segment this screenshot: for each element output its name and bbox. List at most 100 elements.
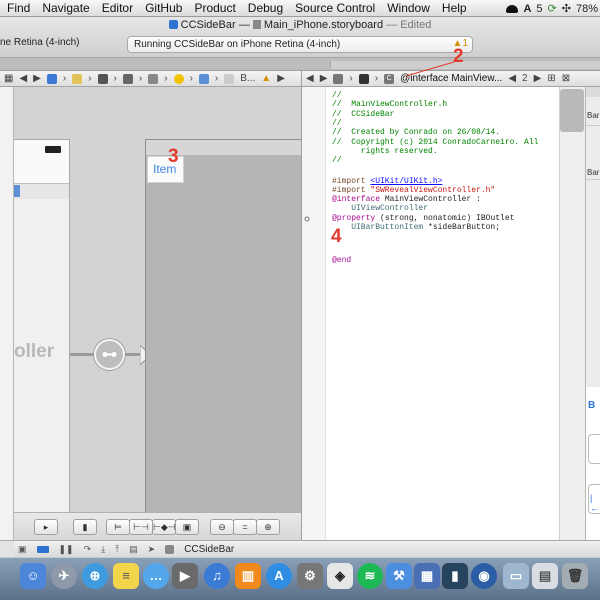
pause-icon[interactable]: ❚❚	[59, 544, 74, 555]
breakpoints-toggle-icon[interactable]	[36, 545, 49, 553]
storyboard-canvas[interactable]: oller Item	[14, 87, 301, 540]
zoom-actual-button[interactable]: =	[233, 519, 257, 535]
warning-icon[interactable]: ▲	[261, 73, 271, 84]
menu-product[interactable]: Product	[188, 1, 241, 15]
code-line[interactable]: //	[332, 119, 342, 128]
counterparts-icon[interactable]	[333, 73, 344, 84]
menu-navigate[interactable]: Navigate	[36, 1, 95, 15]
code-line-import-uikit[interactable]: #import <UIKit/UIKit.h>	[332, 177, 442, 186]
folder-icon[interactable]: ▭	[503, 563, 529, 589]
code-line-import-reveal[interactable]: #import "SWRevealViewController.h"	[332, 186, 495, 195]
step-over-icon[interactable]: ↷	[84, 544, 92, 555]
nav-item-icon[interactable]	[198, 73, 209, 84]
file-icon[interactable]	[97, 73, 108, 84]
menu-github[interactable]: GitHub	[139, 1, 188, 15]
forward-arrow-icon[interactable]: ▶	[33, 73, 41, 84]
scene-icon[interactable]	[148, 73, 159, 84]
safari-icon[interactable]: ⊕	[82, 563, 108, 589]
code-line-property[interactable]: @property (strong, nonatomic) IBOutlet	[332, 214, 514, 223]
segue-icon[interactable]	[94, 339, 125, 370]
main-view-controller[interactable]: Item	[145, 139, 301, 539]
back-arrow-icon[interactable]: ◀	[19, 73, 27, 84]
document-outline-button[interactable]: ▸	[34, 519, 58, 535]
back-arrow-icon[interactable]: ◀	[306, 73, 314, 84]
library-item[interactable]: |←	[588, 484, 600, 514]
storyboard-icon[interactable]	[122, 73, 133, 84]
project-icon[interactable]	[46, 73, 57, 84]
code-line-interface[interactable]: @interface MainViewController :	[332, 195, 481, 204]
launchpad-icon[interactable]: ✈	[51, 563, 77, 589]
next-counterpart-icon[interactable]: ▶	[534, 73, 542, 84]
debug-target-label[interactable]: CCSideBar	[184, 544, 234, 555]
previous-counterpart-icon[interactable]: ◀	[508, 73, 516, 84]
bluetooth-icon[interactable]: ✣	[562, 2, 571, 15]
add-editor-icon[interactable]: ⊞	[547, 73, 555, 84]
menu-help[interactable]: Help	[436, 1, 473, 15]
code-line[interactable]: //	[332, 156, 342, 165]
code-line[interactable]: rights reserved.	[332, 147, 438, 156]
reveal-view-controller[interactable]	[14, 139, 70, 539]
pin-button[interactable]: ⊢⊣	[129, 519, 153, 535]
finder-icon[interactable]: ☺	[20, 563, 46, 589]
library-item[interactable]	[588, 434, 600, 464]
spotify-icon[interactable]: ≋	[357, 563, 383, 589]
editor-scroll-track[interactable]	[559, 87, 585, 540]
code-line[interactable]: // CCSideBar	[332, 110, 394, 119]
zoom-out-button[interactable]: ⊖	[210, 519, 234, 535]
related-items-icon[interactable]: ▦	[4, 73, 13, 84]
menu-window[interactable]: Window	[381, 1, 436, 15]
menu-debug[interactable]: Debug	[242, 1, 289, 15]
menu-source-control[interactable]: Source Control	[289, 1, 381, 15]
close-editor-icon[interactable]: ⊠	[562, 73, 570, 84]
adobe-icon[interactable]: A	[523, 3, 531, 15]
resolve-button[interactable]: ⊢◆⊣	[152, 519, 176, 535]
downloads-icon[interactable]: ▤	[532, 563, 558, 589]
bar-button-icon[interactable]	[224, 73, 235, 84]
code-line-end[interactable]: @end	[332, 256, 351, 265]
facetime-icon[interactable]: ▶	[172, 563, 198, 589]
folder-icon[interactable]	[72, 73, 83, 84]
forward-arrow-icon[interactable]: ▶	[320, 73, 328, 84]
code-line-property-type[interactable]: UIBarButtonItem *sideBarButton;	[332, 223, 500, 232]
itunes-icon[interactable]: ♫	[204, 563, 230, 589]
network-icon[interactable]: ◉	[471, 563, 497, 589]
step-out-icon[interactable]: ⤒	[115, 544, 119, 555]
editor-scroll-thumb[interactable]	[560, 89, 584, 132]
code-line[interactable]: // Copyright (c) 2014 ConradoCarneiro. A…	[332, 138, 538, 147]
code-line[interactable]: //	[332, 91, 342, 100]
code-line-superclass[interactable]: UIViewController	[332, 204, 428, 213]
code-line[interactable]: // Created by Conrado on 26/08/14.	[332, 128, 500, 137]
terminal-icon[interactable]: ▮	[442, 563, 468, 589]
system-preferences-icon[interactable]: ⚙	[297, 563, 323, 589]
jump-bar-item-label[interactable]: B...	[240, 73, 255, 84]
forward-issue-icon[interactable]: ▶	[277, 73, 285, 84]
ibooks-icon[interactable]: ▥	[235, 563, 261, 589]
battery-percent[interactable]: 78%	[576, 3, 598, 15]
sync-icon[interactable]: ⟳	[548, 2, 557, 15]
unity-icon[interactable]: ◈	[327, 563, 353, 589]
form-factor-button[interactable]: ▮	[73, 519, 97, 535]
class-icon[interactable]: C	[384, 73, 395, 84]
import-link[interactable]: <UIKit/UIKit.h>	[370, 177, 442, 186]
outlet-connection-icon[interactable]	[304, 216, 310, 222]
view-controller-icon[interactable]	[173, 73, 184, 84]
step-into-icon[interactable]: ⤓	[101, 544, 105, 555]
zoom-in-button[interactable]: ⊕	[256, 519, 280, 535]
header-file-icon[interactable]	[358, 73, 369, 84]
menu-find[interactable]: Find	[0, 1, 36, 15]
align-button[interactable]: ⊨	[106, 519, 130, 535]
messages-icon[interactable]: …	[143, 563, 169, 589]
view-debugger-icon[interactable]: ▤	[129, 544, 138, 555]
trash-icon[interactable]: 🗑	[562, 563, 588, 589]
location-icon[interactable]: ➤	[148, 544, 156, 555]
hat-icon[interactable]	[506, 4, 519, 13]
resizing-button[interactable]: ▣	[175, 519, 199, 535]
app-store-icon[interactable]: A	[266, 563, 292, 589]
xcode-icon[interactable]: ⚒	[386, 563, 412, 589]
notes-icon[interactable]: ≡	[113, 563, 139, 589]
instruments-icon[interactable]: ▦	[414, 563, 440, 589]
code-line[interactable]: // MainViewController.h	[332, 100, 447, 109]
tab-bar-right[interactable]	[330, 61, 600, 69]
menu-editor[interactable]: Editor	[96, 1, 139, 15]
scheme-destination[interactable]: ne Retina (4-inch)	[0, 37, 79, 48]
